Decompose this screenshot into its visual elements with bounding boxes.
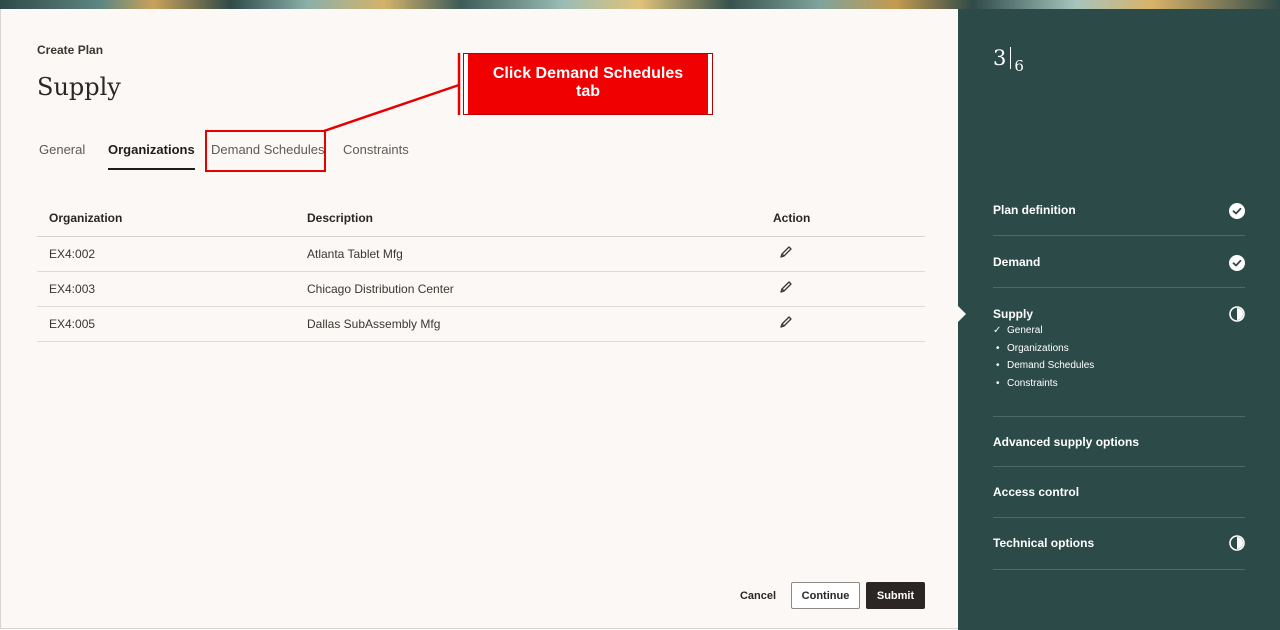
sidebar-step-label: Access control	[993, 485, 1080, 499]
check-circle-icon	[1229, 203, 1245, 219]
cell-description: Atlanta Tablet Mfg	[295, 236, 761, 272]
cell-action	[761, 306, 925, 342]
table-row: EX4:003 Chicago Distribution Center	[37, 271, 925, 307]
table-row: EX4:005 Dallas SubAssembly Mfg	[37, 306, 925, 342]
pencil-icon[interactable]	[779, 315, 793, 329]
decorative-banner	[0, 0, 1280, 9]
progress-sidebar: 36 Plan definition Demand Supply ✓ Genera…	[958, 9, 1280, 630]
sidebar-step-technical-options[interactable]: Technical options	[993, 518, 1245, 570]
substep-label: Demand Schedules	[1007, 360, 1095, 371]
bullet-icon: •	[996, 360, 1000, 371]
sidebar-step-advanced-supply-options[interactable]: Advanced supply options	[993, 417, 1245, 467]
sidebar-step-label: Demand	[993, 255, 1041, 269]
column-header-action: Action	[761, 201, 925, 237]
table-row: EX4:002 Atlanta Tablet Mfg	[37, 236, 925, 272]
step-divider	[1010, 47, 1012, 69]
sidebar-step-label: Plan definition	[993, 203, 1076, 217]
substep-label: General	[1007, 325, 1043, 336]
column-header-organization: Organization	[37, 201, 295, 237]
tutorial-callout: Click Demand Schedules tab	[463, 53, 713, 115]
substep-organizations[interactable]: • Organizations	[993, 340, 1094, 358]
sidebar-step-supply[interactable]: Supply ✓ General • Organizations • Demand S…	[993, 288, 1245, 417]
sidebar-step-label: Technical options	[993, 536, 1095, 550]
cell-description: Chicago Distribution Center	[295, 271, 761, 307]
sidebar-step-label: Advanced supply options	[993, 435, 1140, 449]
tab-general[interactable]: General	[39, 142, 85, 170]
substep-constraints[interactable]: • Constraints	[993, 375, 1094, 393]
substep-general[interactable]: ✓ General	[993, 322, 1094, 340]
cancel-button[interactable]: Cancel	[732, 582, 784, 609]
cell-organization: EX4:005	[37, 306, 295, 342]
sidebar-step-access-control[interactable]: Access control	[993, 467, 1245, 518]
breadcrumb: Create Plan	[37, 43, 104, 57]
callout-line-1: Click Demand Schedules	[492, 65, 684, 82]
tutorial-highlight-box	[205, 130, 326, 172]
sidebar-step-demand[interactable]: Demand	[993, 236, 1245, 288]
step-current: 3	[993, 46, 1007, 70]
cell-organization: EX4:002	[37, 236, 295, 272]
sidebar-step-plan-definition[interactable]: Plan definition	[993, 200, 1245, 236]
supply-substep-list: ✓ General • Organizations • Demand Schedule…	[993, 322, 1094, 392]
cell-organization: EX4:003	[37, 271, 295, 307]
cell-description: Dallas SubAssembly Mfg	[295, 306, 761, 342]
cell-action	[761, 271, 925, 307]
bullet-icon: •	[996, 342, 1000, 354]
pencil-icon[interactable]	[779, 245, 793, 259]
half-circle-icon	[1229, 306, 1245, 322]
pencil-icon[interactable]	[779, 280, 793, 294]
check-circle-icon	[1229, 255, 1245, 271]
tab-constraints[interactable]: Constraints	[343, 142, 409, 170]
table-header-row: Organization Description Action	[37, 201, 925, 237]
half-circle-icon	[1229, 535, 1245, 551]
organizations-table: Organization Description Action EX4:002 …	[37, 201, 925, 342]
tab-organizations[interactable]: Organizations	[108, 142, 195, 170]
column-header-description: Description	[295, 201, 761, 237]
substep-label: Organizations	[1007, 342, 1069, 354]
continue-button[interactable]: Continue	[791, 582, 860, 609]
main-panel: Create Plan Supply General Organizations…	[0, 9, 958, 629]
sidebar-step-label: Supply	[993, 307, 1034, 321]
cell-action	[761, 236, 925, 272]
step-counter: 36	[993, 46, 1024, 75]
substep-demand-schedules[interactable]: • Demand Schedules	[993, 357, 1094, 375]
substep-label: Constraints	[1007, 377, 1058, 389]
page-title: Supply	[37, 73, 121, 101]
check-icon: ✓	[993, 325, 1002, 336]
current-step-pointer	[958, 306, 966, 322]
step-total: 6	[1014, 57, 1024, 75]
callout-line-2: tab	[576, 83, 600, 100]
bullet-icon: •	[996, 377, 1000, 389]
submit-button[interactable]: Submit	[866, 582, 925, 609]
